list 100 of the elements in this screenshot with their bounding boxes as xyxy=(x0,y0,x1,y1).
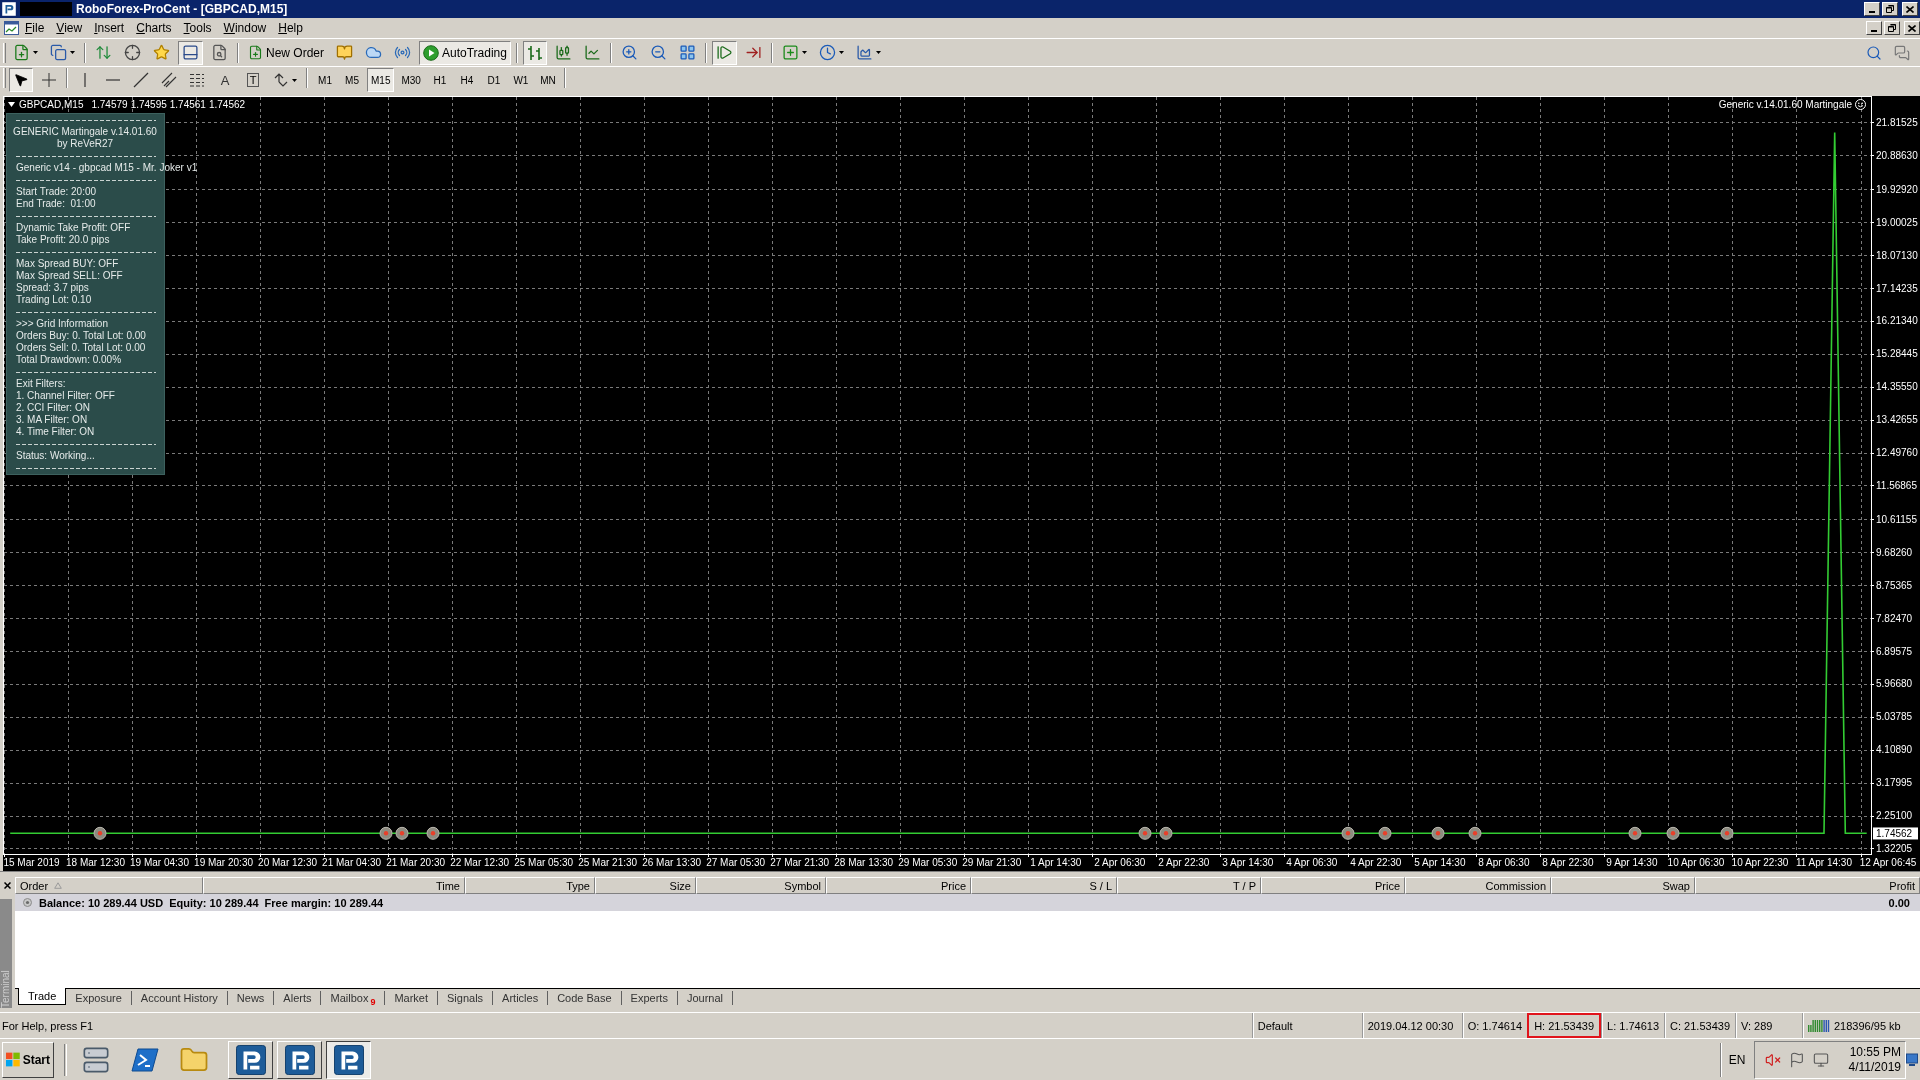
close-button[interactable] xyxy=(1904,21,1920,35)
minimize-button[interactable] xyxy=(1864,2,1880,16)
close-icon xyxy=(1908,24,1916,32)
column-header[interactable]: T / P xyxy=(1117,877,1261,894)
clock-icon xyxy=(818,44,836,61)
toolbar-button[interactable] xyxy=(522,40,547,65)
column-header[interactable]: Time xyxy=(203,877,465,894)
terminal-tab[interactable]: News xyxy=(227,991,275,1005)
toolbar-button[interactable] xyxy=(711,40,737,65)
toolbar-button[interactable]: AutoTrading xyxy=(419,40,511,65)
terminal-tab[interactable]: Exposure xyxy=(66,991,132,1005)
balance-summary: Balance: 10 289.44 USD Equity: 10 289.44 Free margin: 10 289.44 xyxy=(39,896,384,909)
panel-text: Dynamic Take Profit: OFF xyxy=(16,222,131,234)
time-tick-label: 11 Apr 14:30 xyxy=(1796,857,1852,868)
timeframe-button[interactable]: MN xyxy=(535,68,560,92)
speaker-muted-icon[interactable] xyxy=(1764,1051,1781,1068)
menu-item[interactable]: File xyxy=(19,20,51,36)
price-tick-label: 5.03785 xyxy=(1876,711,1913,723)
price-tick-label: 5.96680 xyxy=(1876,678,1913,690)
time-tick-label: 8 Apr 06:30 xyxy=(1478,857,1530,868)
terminal-tab[interactable]: Code Base xyxy=(548,991,622,1005)
column-header[interactable]: Size xyxy=(595,877,696,894)
flag-icon[interactable] xyxy=(1788,1051,1805,1068)
language-indicator[interactable]: EN xyxy=(1719,1042,1754,1077)
stacked-windows-icon xyxy=(50,44,67,61)
price-tick-label: 10.61155 xyxy=(1876,513,1917,525)
terminal-tab[interactable]: Articles xyxy=(493,991,549,1005)
terminal-tab[interactable]: Journal xyxy=(677,991,733,1005)
panel-text: Spread: 3.7 pips xyxy=(16,282,89,294)
panel-text: Generic v14 - gbpcad M15 - Mr. Joker v1 xyxy=(16,162,198,174)
caret-icon xyxy=(801,51,807,54)
menu-item[interactable]: Charts xyxy=(130,20,178,36)
panel-text: Status: Working... xyxy=(16,450,95,462)
timeframe-button[interactable]: M30 xyxy=(397,68,425,92)
column-header[interactable]: Profit xyxy=(1695,877,1920,894)
toolbar-button[interactable] xyxy=(178,40,203,65)
price-tick-label: 19.00025 xyxy=(1876,216,1918,228)
caret-icon[interactable] xyxy=(8,102,15,107)
horizontal-line-icon xyxy=(105,78,121,82)
menu-item[interactable]: View xyxy=(50,20,89,36)
status-field: O: 1.74614 xyxy=(1461,1013,1528,1038)
minimize-button[interactable] xyxy=(1866,21,1882,35)
panel-text: Orders Buy: 0. Total Lot: 0.00 xyxy=(16,330,146,342)
drawing-tool-button[interactable]: T xyxy=(241,68,265,92)
terminal-tab[interactable]: Trade xyxy=(18,988,67,1005)
timeframe-button[interactable]: M1 xyxy=(313,68,337,92)
timeframe-button[interactable]: D1 xyxy=(481,68,506,92)
timeframe-button[interactable]: M15 xyxy=(367,68,395,92)
terminal-tab[interactable]: Alerts xyxy=(274,991,322,1005)
play-icon xyxy=(423,44,439,61)
panel-text: Exit Filters: xyxy=(16,378,66,390)
chart-window-icon[interactable] xyxy=(4,21,19,35)
restore-button[interactable] xyxy=(1884,21,1900,35)
star-icon xyxy=(153,44,170,61)
toolbar-button[interactable]: New Order xyxy=(244,40,328,65)
column-header[interactable]: S / L xyxy=(971,877,1117,894)
panel-text: 4. Time Filter: ON xyxy=(16,426,95,438)
terminal-tab[interactable]: Experts xyxy=(621,991,678,1005)
taskbar-button[interactable] xyxy=(326,1040,371,1079)
price-tick-label: 15.28445 xyxy=(1876,348,1918,360)
menu-item[interactable]: Window xyxy=(217,20,273,36)
drawing-tool-button[interactable]: A xyxy=(213,68,237,92)
time-tick-label: 19 Mar 20:30 xyxy=(194,857,253,868)
trade-marker-icon xyxy=(1431,826,1445,840)
candlestick-icon xyxy=(554,44,572,61)
column-header[interactable]: Symbol xyxy=(696,877,826,894)
panel-text: Take Profit: 20.0 pips xyxy=(16,234,110,246)
column-header[interactable]: Order xyxy=(15,877,203,894)
column-header[interactable]: Type xyxy=(465,877,595,894)
column-header[interactable]: Commission xyxy=(1405,877,1551,894)
terminal-tab[interactable]: Market xyxy=(385,991,439,1005)
menu-item[interactable]: Tools xyxy=(177,20,218,36)
time-tick-label: 25 Mar 05:30 xyxy=(514,857,574,868)
drawing-tool-button[interactable] xyxy=(9,68,33,92)
restore-button[interactable] xyxy=(1882,2,1898,16)
panel-text: 3. MA Filter: ON xyxy=(16,414,88,426)
terminal-tab[interactable]: Signals xyxy=(438,991,494,1005)
column-header[interactable]: Price xyxy=(826,877,971,894)
monitor-icon[interactable] xyxy=(1812,1051,1829,1068)
status-field: C: 21.53439 xyxy=(1664,1013,1735,1038)
trade-marker-icon xyxy=(1666,826,1680,840)
show-desktop-icon[interactable] xyxy=(1906,1052,1918,1067)
cloud-icon xyxy=(365,44,382,61)
close-button[interactable] xyxy=(1902,2,1918,16)
column-header[interactable]: Price xyxy=(1261,877,1405,894)
close-button[interactable] xyxy=(2,880,13,891)
timeframe-button[interactable]: W1 xyxy=(508,68,533,92)
price-tick-label: 7.82470 xyxy=(1876,612,1913,624)
timeframe-button[interactable]: H4 xyxy=(454,68,479,92)
menu-item[interactable]: Help xyxy=(272,20,309,36)
price-tick-label: 20.88630 xyxy=(1876,149,1918,161)
search-icon xyxy=(1866,44,1882,61)
terminal-tab[interactable]: Account History xyxy=(131,991,228,1005)
start-button[interactable]: Start xyxy=(2,1041,54,1078)
timeframe-button[interactable]: M5 xyxy=(340,68,364,92)
chat-bubbles-icon xyxy=(1894,44,1910,61)
menu-item[interactable]: Insert xyxy=(88,20,131,36)
column-header[interactable]: Swap xyxy=(1551,877,1695,894)
price-tick-label: 12.49760 xyxy=(1876,447,1918,459)
timeframe-button[interactable]: H1 xyxy=(427,68,452,92)
